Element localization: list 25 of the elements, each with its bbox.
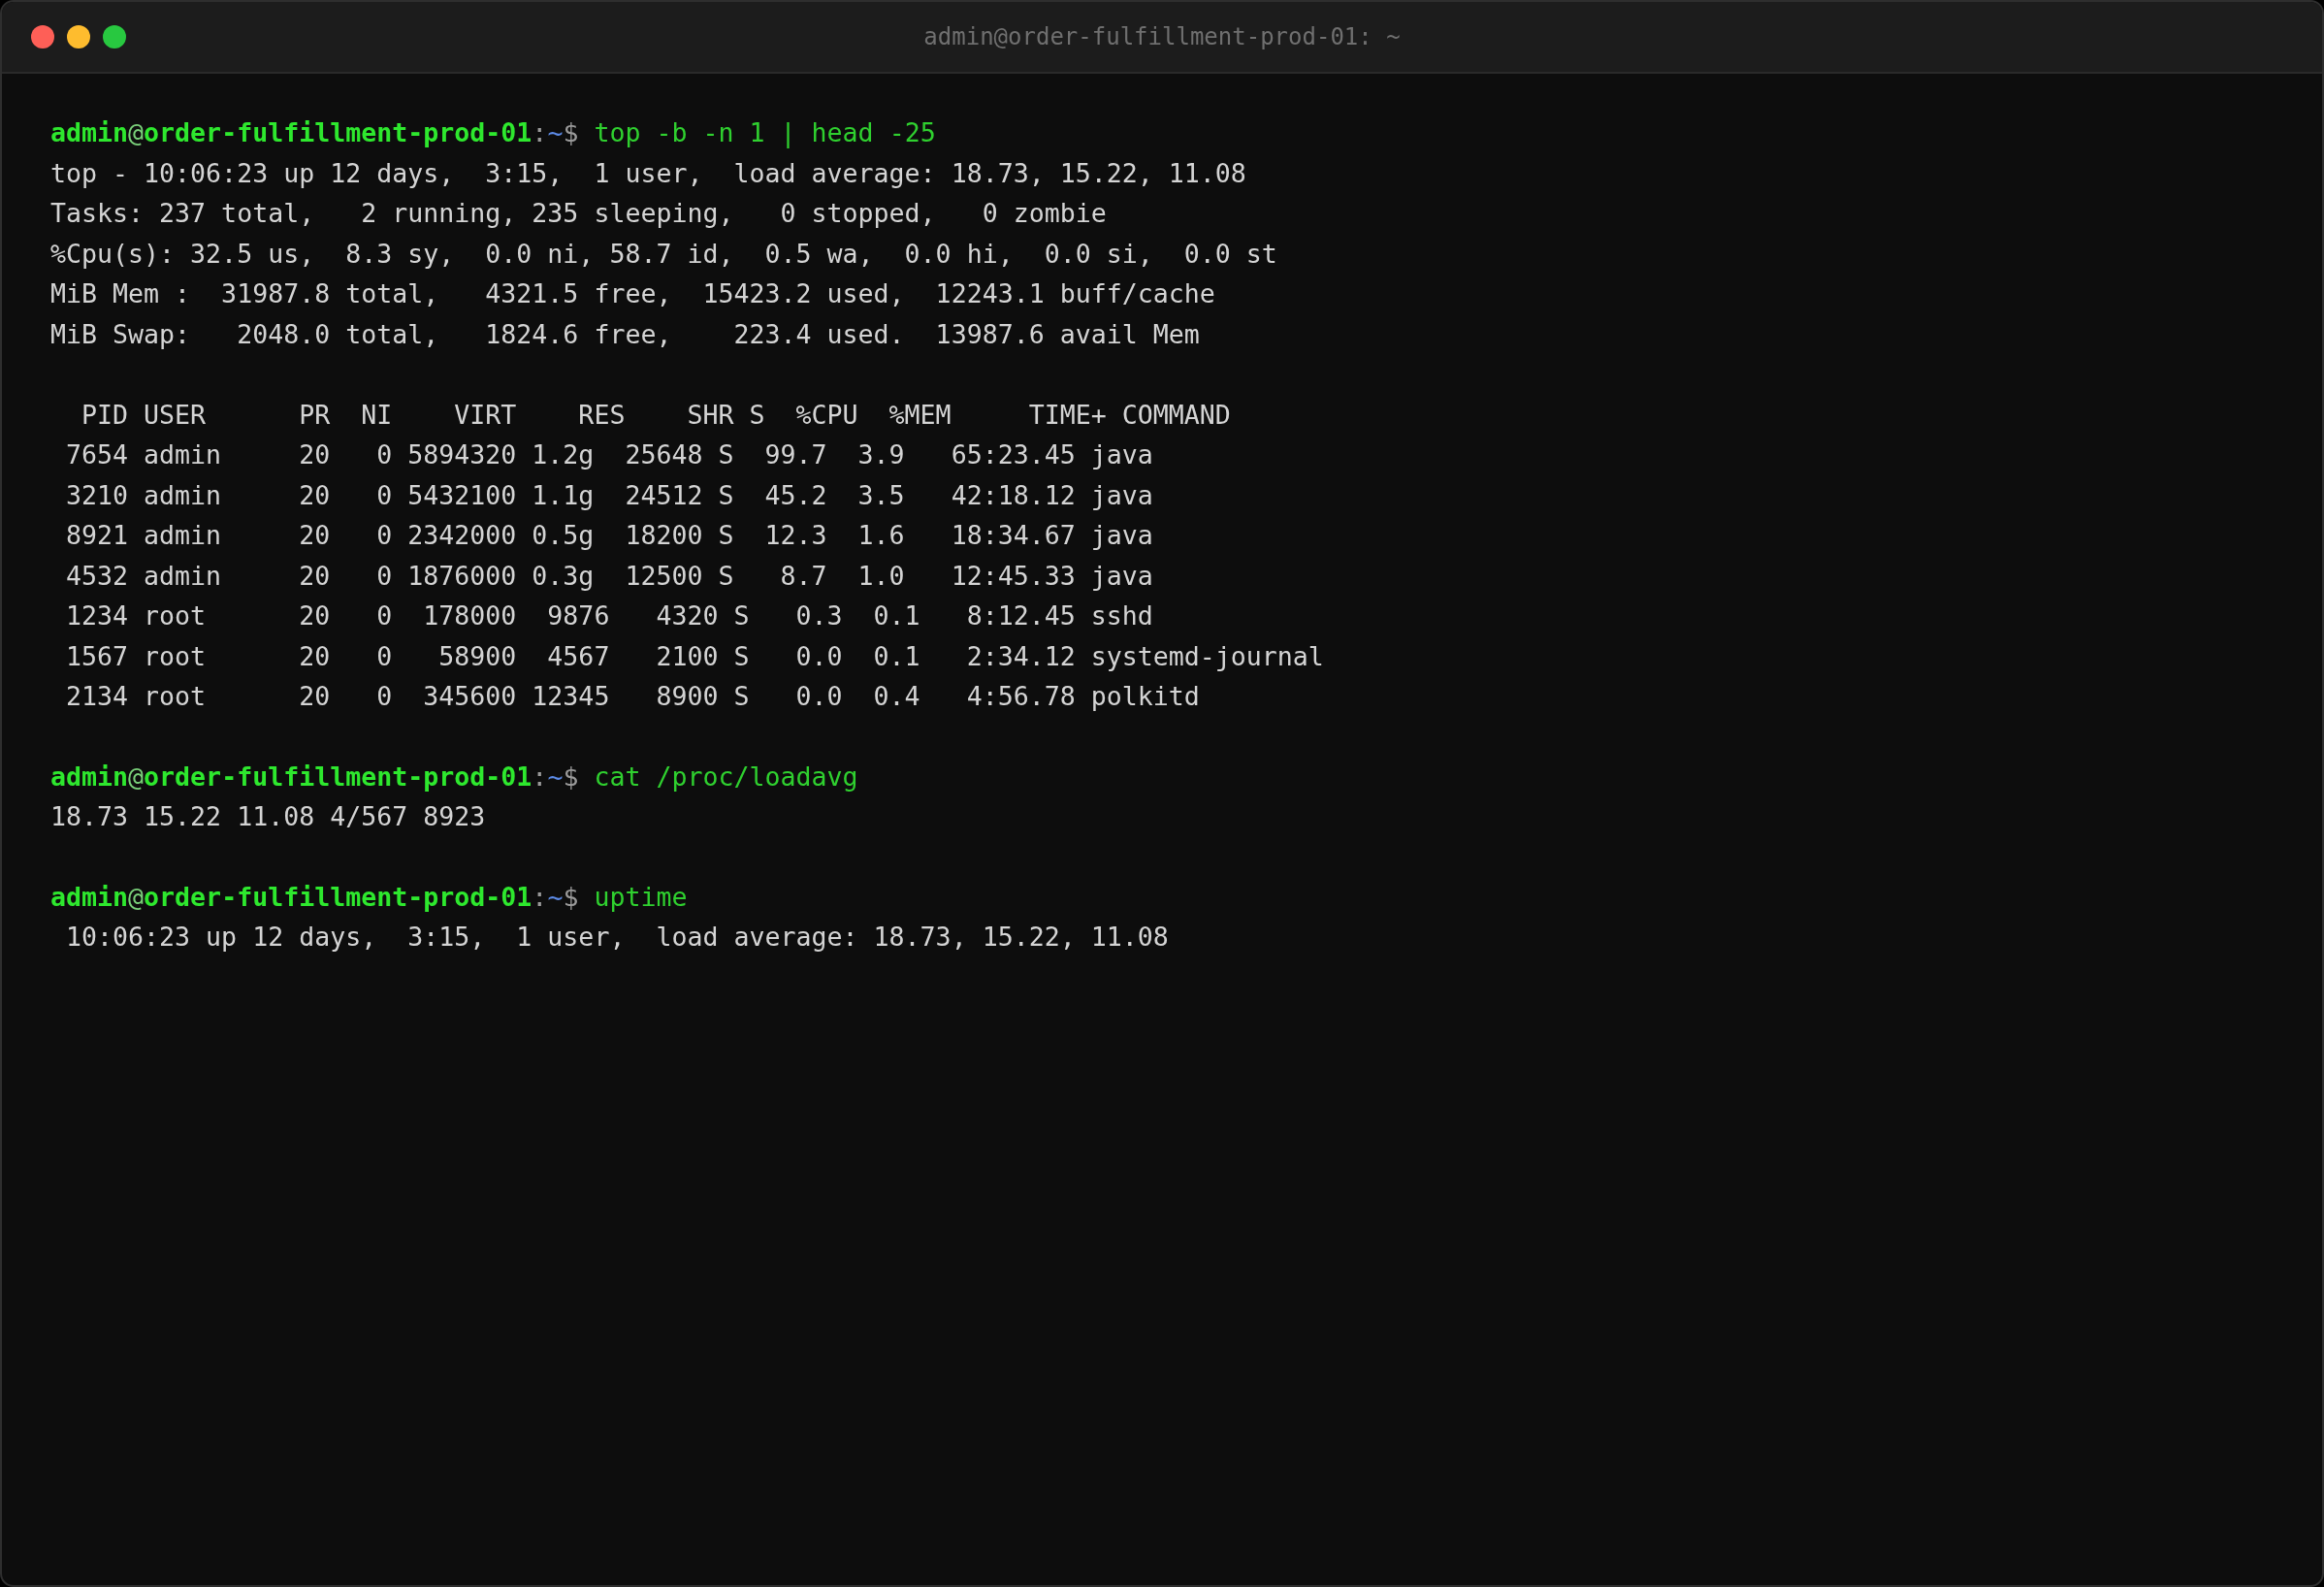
output-line: 18.73 15.22 11.08 4/567 8923 (50, 800, 486, 833)
shell-prompt: admin@order-fulfillment-prod-01:~$ (50, 880, 579, 914)
close-button[interactable] (31, 25, 54, 49)
output-line: Tasks: 237 total, 2 running, 235 sleeping, 0 stopped, 0 zombie (50, 197, 1107, 230)
process-row-text: 1234 root 20 0 178000 9876 4320 S 0.3 0.1 8:12.45 sshd (65, 599, 1153, 632)
zoom-button[interactable] (103, 25, 126, 49)
minimize-button[interactable] (67, 25, 90, 49)
shell-prompt: admin@order-fulfillment-prod-01:~$ (50, 760, 579, 794)
process-row-text: 7654 admin 20 0 5894320 1.2g 25648 S 99.7 3.9 65:23.45 java (65, 438, 1153, 471)
shell-prompt: admin@order-fulfillment-prod-01:~$ (50, 116, 579, 149)
window-title: admin@order-fulfillment-prod-01: ~ (923, 23, 1401, 50)
command-text: uptime (594, 880, 688, 914)
output-line: top - 10:06:23 up 12 days, 3:15, 1 user, load average: 18.73, 15.22, 11.08 (50, 156, 1246, 190)
process-table-header: PID USER PR NI VIRT RES SHR S %CPU %MEM TIME+ COMMAND (81, 398, 1231, 432)
process-row-text: 1567 root 20 0 58900 4567 2100 S 0.0 0.1 2:34.12 systemd-journal (65, 639, 1324, 673)
output-line: 10:06:23 up 12 days, 3:15, 1 user, load average: 18.73, 15.22, 11.08 (65, 921, 1169, 954)
command-text: top -b -n 1 | head -25 (594, 116, 936, 150)
process-row-text: 2134 root 20 0 345600 12345 8900 S 0.0 0.4 4:56.78 polkitd (65, 680, 1200, 713)
output-line: %Cpu(s): 32.5 us, 8.3 sy, 0.0 ni, 58.7 id, 0.5 wa, 0.0 hi, 0.0 si, 0.0 st (50, 237, 1277, 271)
output-line: MiB Mem : 31987.8 total, 4321.5 free, 15423.2 used, 12243.1 buff/cache (50, 277, 1215, 310)
process-row-text: 4532 admin 20 0 1876000 0.3g 12500 S 8.7 1.0 12:45.33 java (65, 559, 1153, 593)
process-row-text: 3210 admin 20 0 5432100 1.1g 24512 S 45.2 3.5 42:18.12 java (65, 478, 1153, 512)
command-text: cat /proc/loadavg (594, 760, 858, 794)
output-line: MiB Swap: 2048.0 total, 1824.6 free, 223.4 used. 13987.6 avail Mem (50, 317, 1200, 351)
process-row-text: 8921 admin 20 0 2342000 0.5g 18200 S 12.3 1.6 18:34.67 java (65, 519, 1153, 552)
